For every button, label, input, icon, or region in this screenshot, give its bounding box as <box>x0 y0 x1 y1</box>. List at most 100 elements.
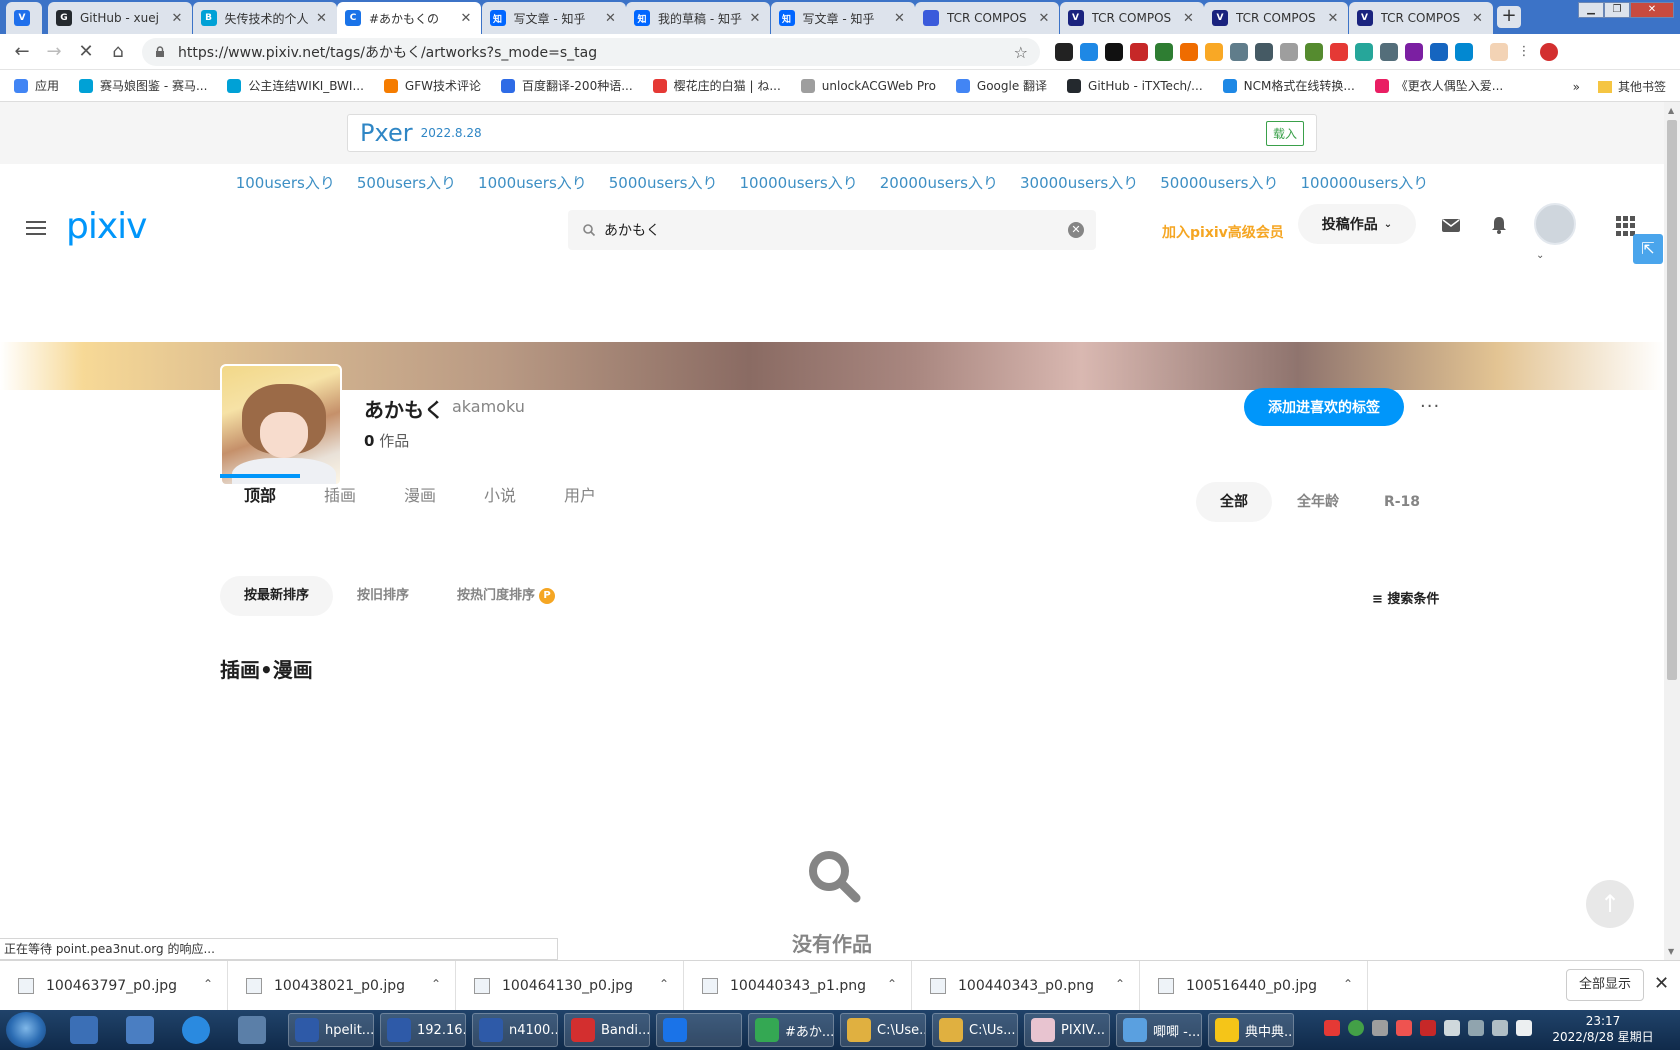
action-center-icon[interactable] <box>1492 1020 1508 1036</box>
chevron-down-icon[interactable]: ⌄ <box>1536 250 1544 261</box>
external-link-icon[interactable]: ⇱ <box>1633 234 1663 264</box>
notifications-bell-icon[interactable] <box>1488 214 1510 236</box>
scroll-down-arrow-icon[interactable]: ▼ <box>1668 947 1674 956</box>
taskbar-app-button[interactable]: PIXIV... <box>1024 1013 1110 1047</box>
browser-tab[interactable]: V TCR COMPOS ✕ <box>1348 2 1493 34</box>
close-tab-icon[interactable]: ✕ <box>170 11 184 26</box>
sort-option[interactable]: 按热门度排序 P <box>433 576 579 616</box>
volume-icon[interactable] <box>1516 1020 1532 1036</box>
popularity-filter-link[interactable]: 10000users入り <box>739 172 857 193</box>
download-item[interactable]: 100438021_p0.jpg ⌃ <box>228 961 456 1011</box>
close-tab-icon[interactable]: ✕ <box>748 11 762 26</box>
taskbar-app-button[interactable]: C:\Use... <box>840 1013 926 1047</box>
bookmark-item[interactable]: 公主连结WIKI_BWI... <box>227 77 364 94</box>
browser-tab[interactable]: 知我的草稿 - 知乎 ✕ <box>626 2 770 34</box>
bookmarks-overflow-button[interactable]: » <box>1573 80 1580 94</box>
chevron-up-icon[interactable]: ⌃ <box>887 977 897 991</box>
bookmark-item[interactable]: GitHub - iTXTech/... <box>1067 77 1203 94</box>
more-menu-icon[interactable]: ⋮ <box>1515 43 1533 61</box>
premium-link[interactable]: 加入pixiv高级会员 <box>1162 222 1284 242</box>
taskbar-clock[interactable]: 23:17 2022/8/28 星期日 <box>1548 1013 1658 1045</box>
age-filter-option[interactable]: R-18 <box>1364 482 1440 522</box>
add-favorite-tag-button[interactable]: 添加进喜欢的标签 <box>1244 388 1404 426</box>
chevron-up-icon[interactable]: ⌃ <box>1343 977 1353 991</box>
popularity-filter-link[interactable]: 5000users入り <box>609 172 718 193</box>
network-icon[interactable] <box>1468 1020 1484 1036</box>
popularity-filter-link[interactable]: 100000users入り <box>1300 172 1428 193</box>
browser-tab[interactable]: V TCR COMPOS ✕ <box>1059 2 1204 34</box>
extension-icon[interactable] <box>1080 43 1098 61</box>
taskbar-app-button[interactable]: 唧唧 -... <box>1116 1013 1202 1047</box>
search-input[interactable]: あかもく ✕ <box>568 210 1096 250</box>
download-item[interactable]: 100516440_p0.jpg ⌃ <box>1140 961 1368 1011</box>
popularity-filter-link[interactable]: 50000users入り <box>1160 172 1278 193</box>
browser-tab[interactable]: B 失传技术的个人 ✕ <box>192 2 337 34</box>
extension-icon[interactable] <box>1330 43 1348 61</box>
download-item[interactable]: 100440343_p0.png ⌃ <box>912 961 1140 1011</box>
bookmark-item[interactable]: 赛马娘图鉴 - 赛马... <box>79 77 207 94</box>
user-avatar[interactable] <box>1534 203 1576 245</box>
popularity-filter-link[interactable]: 30000users入り <box>1020 172 1138 193</box>
age-filter-option[interactable]: 全部 <box>1196 482 1272 522</box>
scrollbar-thumb[interactable] <box>1667 120 1677 680</box>
update-icon[interactable] <box>1540 43 1558 61</box>
bookmark-item[interactable]: GFW技术评论 <box>383 77 481 94</box>
sort-option[interactable]: 按最新排序 <box>220 576 334 616</box>
content-tab[interactable]: 插画 <box>300 474 380 518</box>
profile-avatar-icon[interactable] <box>1490 43 1508 61</box>
chevron-up-icon[interactable]: ⌃ <box>659 977 669 991</box>
taskbar-app-button[interactable]: hpelit... <box>288 1013 374 1047</box>
tray-icon[interactable] <box>1348 1020 1364 1036</box>
chevron-up-icon[interactable]: ⌃ <box>203 977 213 991</box>
close-tab-icon[interactable]: ✕ <box>893 11 907 26</box>
tray-icon[interactable] <box>1396 1020 1412 1036</box>
content-tab[interactable]: 顶部 <box>220 474 300 518</box>
restore-window-button[interactable]: ❐ <box>1604 2 1630 18</box>
forward-icon[interactable]: → <box>44 42 64 62</box>
show-all-downloads-button[interactable]: 全部显示 <box>1566 969 1644 1001</box>
more-options-icon[interactable]: ··· <box>1420 396 1440 417</box>
bookmark-item[interactable]: Google 翻译 <box>955 77 1047 94</box>
apps-grid-icon[interactable] <box>1616 216 1636 236</box>
close-downloads-icon[interactable]: ✕ <box>1654 973 1669 994</box>
download-item[interactable]: 100463797_p0.jpg ⌃ <box>0 961 228 1011</box>
taskbar-app-button[interactable]: 典中典... <box>1208 1013 1294 1047</box>
browser-tab[interactable]: TCR COMPOS ✕ <box>915 2 1059 34</box>
extension-icon[interactable] <box>1305 43 1323 61</box>
close-tab-icon[interactable]: ✕ <box>1326 11 1340 26</box>
bookmark-item[interactable]: 应用 <box>14 77 59 94</box>
show-desktop-icon[interactable] <box>70 1016 98 1044</box>
extension-icon[interactable] <box>1405 43 1423 61</box>
popularity-filter-link[interactable]: 500users入り <box>357 172 456 193</box>
bookmark-item[interactable]: 百度翻译-200种语... <box>500 77 633 94</box>
clear-search-icon[interactable]: ✕ <box>1068 222 1084 238</box>
close-tab-icon[interactable]: ✕ <box>315 11 329 26</box>
extension-icon[interactable] <box>1130 43 1148 61</box>
minimize-window-button[interactable]: ▁ <box>1578 2 1604 18</box>
content-tab[interactable]: 漫画 <box>380 474 460 518</box>
app-icon[interactable] <box>238 1016 266 1044</box>
messages-icon[interactable] <box>1440 214 1462 236</box>
age-filter-option[interactable]: 全年龄 <box>1280 482 1356 522</box>
sort-option[interactable]: 按旧排序 <box>333 576 433 616</box>
content-tab[interactable]: 用户 <box>540 474 620 518</box>
new-tab-button[interactable]: + <box>1497 6 1521 28</box>
home-icon[interactable]: ⌂ <box>108 42 128 62</box>
browser-tab[interactable]: C #あかもくの ✕ <box>337 2 481 34</box>
omnibox[interactable]: https://www.pixiv.net/tags/あかもく/artworks… <box>142 38 1040 66</box>
internet-explorer-icon[interactable] <box>182 1016 210 1044</box>
chevron-up-icon[interactable]: ⌃ <box>1115 977 1125 991</box>
bookmark-item[interactable]: 樱花庄的白猫 | ね... <box>652 77 781 94</box>
stop-loading-icon[interactable]: ✕ <box>76 42 96 62</box>
close-window-button[interactable]: ✕ <box>1630 2 1674 18</box>
bookmark-item[interactable]: unlockACGWeb Pro <box>800 77 936 94</box>
extension-icon[interactable] <box>1180 43 1198 61</box>
taskbar-app-button[interactable] <box>656 1013 742 1047</box>
start-button[interactable] <box>6 1012 46 1048</box>
search-conditions-button[interactable]: ≡ 搜索条件 <box>1372 588 1439 607</box>
browser-tab[interactable]: 知写文章 - 知乎 ✕ <box>770 2 915 34</box>
browser-tab[interactable]: G GitHub - xuej ✕ <box>48 2 192 34</box>
pixiv-logo[interactable]: pixiv <box>66 206 147 247</box>
browser-tab[interactable]: V <box>6 2 42 34</box>
bookmark-item[interactable]: 《更衣人偶坠入爱... <box>1374 77 1503 94</box>
